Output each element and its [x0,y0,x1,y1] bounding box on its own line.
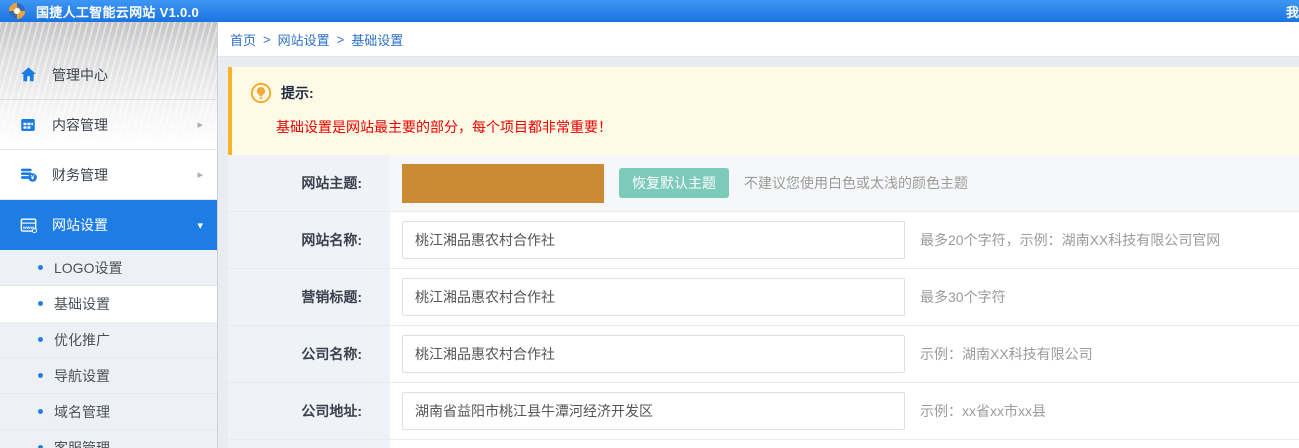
sidebar-item-content-management[interactable]: 内容管理 ▸ [0,100,217,150]
restore-default-theme-button[interactable]: 恢复默认主题 [619,168,729,198]
submenu-item-label: 客服管理 [54,438,110,448]
table-row-marketing-title: 营销标题: 最多30个字符 [228,269,1299,326]
bullet-icon [38,301,43,306]
field-label: 网站主题: [228,155,390,211]
marketing-title-input[interactable] [402,278,905,316]
table-row-partial [228,440,1299,448]
table-row-company-name: 公司名称: 示例：湖南XX科技有限公司 [228,326,1299,383]
app-title: 国捷人工智能云网站 V1.0.0 [36,2,199,21]
chevron-right-icon: ▸ [197,168,203,181]
bullet-icon [38,337,43,342]
company-name-input[interactable] [402,335,905,373]
sidebar-item-website-settings[interactable]: www 网站设置 ▾ [0,200,217,250]
submenu-item-label: 域名管理 [54,402,110,422]
sidebar-item-label: 网站设置 [52,215,197,235]
bullet-icon [38,265,43,270]
submenu-item-label: 优化推广 [54,330,110,350]
content-grid-icon [18,115,38,135]
chevron-right-icon: ▸ [197,118,203,131]
submenu-item-basic-settings[interactable]: 基础设置 [0,286,217,322]
bullet-icon [38,409,43,414]
basic-settings-form: 网站主题: 恢复默认主题 不建议您使用白色或太浅的颜色主题 网站名称: 最多20… [228,155,1299,448]
sidebar-item-label: 财务管理 [52,165,197,185]
sidebar-item-label: 内容管理 [52,115,197,135]
app-logo-icon [8,2,26,20]
company-address-input[interactable] [402,392,905,430]
theme-color-swatch[interactable] [402,164,604,203]
content-area: 提示: 基础设置是网站最主要的部分，每个项目都非常重要！ 网站主题: 恢复默认主… [218,57,1299,448]
sidebar-item-finance-management[interactable]: ¥ 财务管理 ▸ [0,150,217,200]
breadcrumb-basic-settings[interactable]: 基础设置 [351,30,403,49]
sidebar: 管理中心 内容管理 ▸ [0,22,218,448]
field-hint: 最多20个字符，示例：湖南XX科技有限公司官网 [920,230,1220,250]
breadcrumb: 首页 > 网站设置 > 基础设置 [218,22,1299,57]
submenu-item-customer-service[interactable]: 客服管理 [0,430,217,448]
lightbulb-icon [250,82,272,104]
submenu-item-seo-promotion[interactable]: 优化推广 [0,322,217,358]
submenu-item-navigation-settings[interactable]: 导航设置 [0,358,217,394]
chevron-down-icon: ▾ [197,219,203,232]
tip-title: 提示: [281,83,314,103]
user-menu-partial[interactable]: 我 [1286,2,1299,21]
tip-box: 提示: 基础设置是网站最主要的部分，每个项目都非常重要！ [228,67,1299,155]
table-row-website-theme: 网站主题: 恢复默认主题 不建议您使用白色或太浅的颜色主题 [228,155,1299,212]
tip-message: 基础设置是网站最主要的部分，每个项目都非常重要！ [276,117,1299,137]
field-hint: 最多30个字符 [920,287,1006,307]
home-icon [18,65,38,85]
field-hint: 不建议您使用白色或太浅的颜色主题 [744,173,968,193]
breadcrumb-separator: > [263,32,271,47]
field-label [228,440,390,448]
website-browser-icon: www [18,215,38,235]
table-row-company-address: 公司地址: 示例：xx省xx市xx县 [228,383,1299,440]
submenu-item-label: 导航设置 [54,366,110,386]
field-hint: 示例：xx省xx市xx县 [920,401,1046,421]
sidebar-item-admin-center[interactable]: 管理中心 [0,50,217,100]
breadcrumb-home[interactable]: 首页 [230,30,256,49]
bullet-icon [38,373,43,378]
table-row-site-name: 网站名称: 最多20个字符，示例：湖南XX科技有限公司官网 [228,212,1299,269]
top-bar: 国捷人工智能云网站 V1.0.0 我 [0,0,1299,22]
submenu-item-domain-management[interactable]: 域名管理 [0,394,217,430]
field-label: 营销标题: [228,269,390,325]
website-settings-submenu: LOGO设置 基础设置 优化推广 导航设置 域名管理 客服管理 [0,250,217,448]
breadcrumb-website-settings[interactable]: 网站设置 [278,30,330,49]
field-hint: 示例：湖南XX科技有限公司 [920,344,1093,364]
field-label: 公司名称: [228,326,390,382]
breadcrumb-separator: > [337,32,345,47]
submenu-item-label: LOGO设置 [54,258,122,278]
finance-coins-icon: ¥ [18,165,38,185]
field-label: 网站名称: [228,212,390,268]
submenu-item-label: 基础设置 [54,294,110,314]
submenu-item-logo-settings[interactable]: LOGO设置 [0,250,217,286]
site-name-input[interactable] [402,221,905,259]
sidebar-item-label: 管理中心 [52,65,203,85]
svg-text:¥: ¥ [30,175,34,182]
field-label: 公司地址: [228,383,390,439]
